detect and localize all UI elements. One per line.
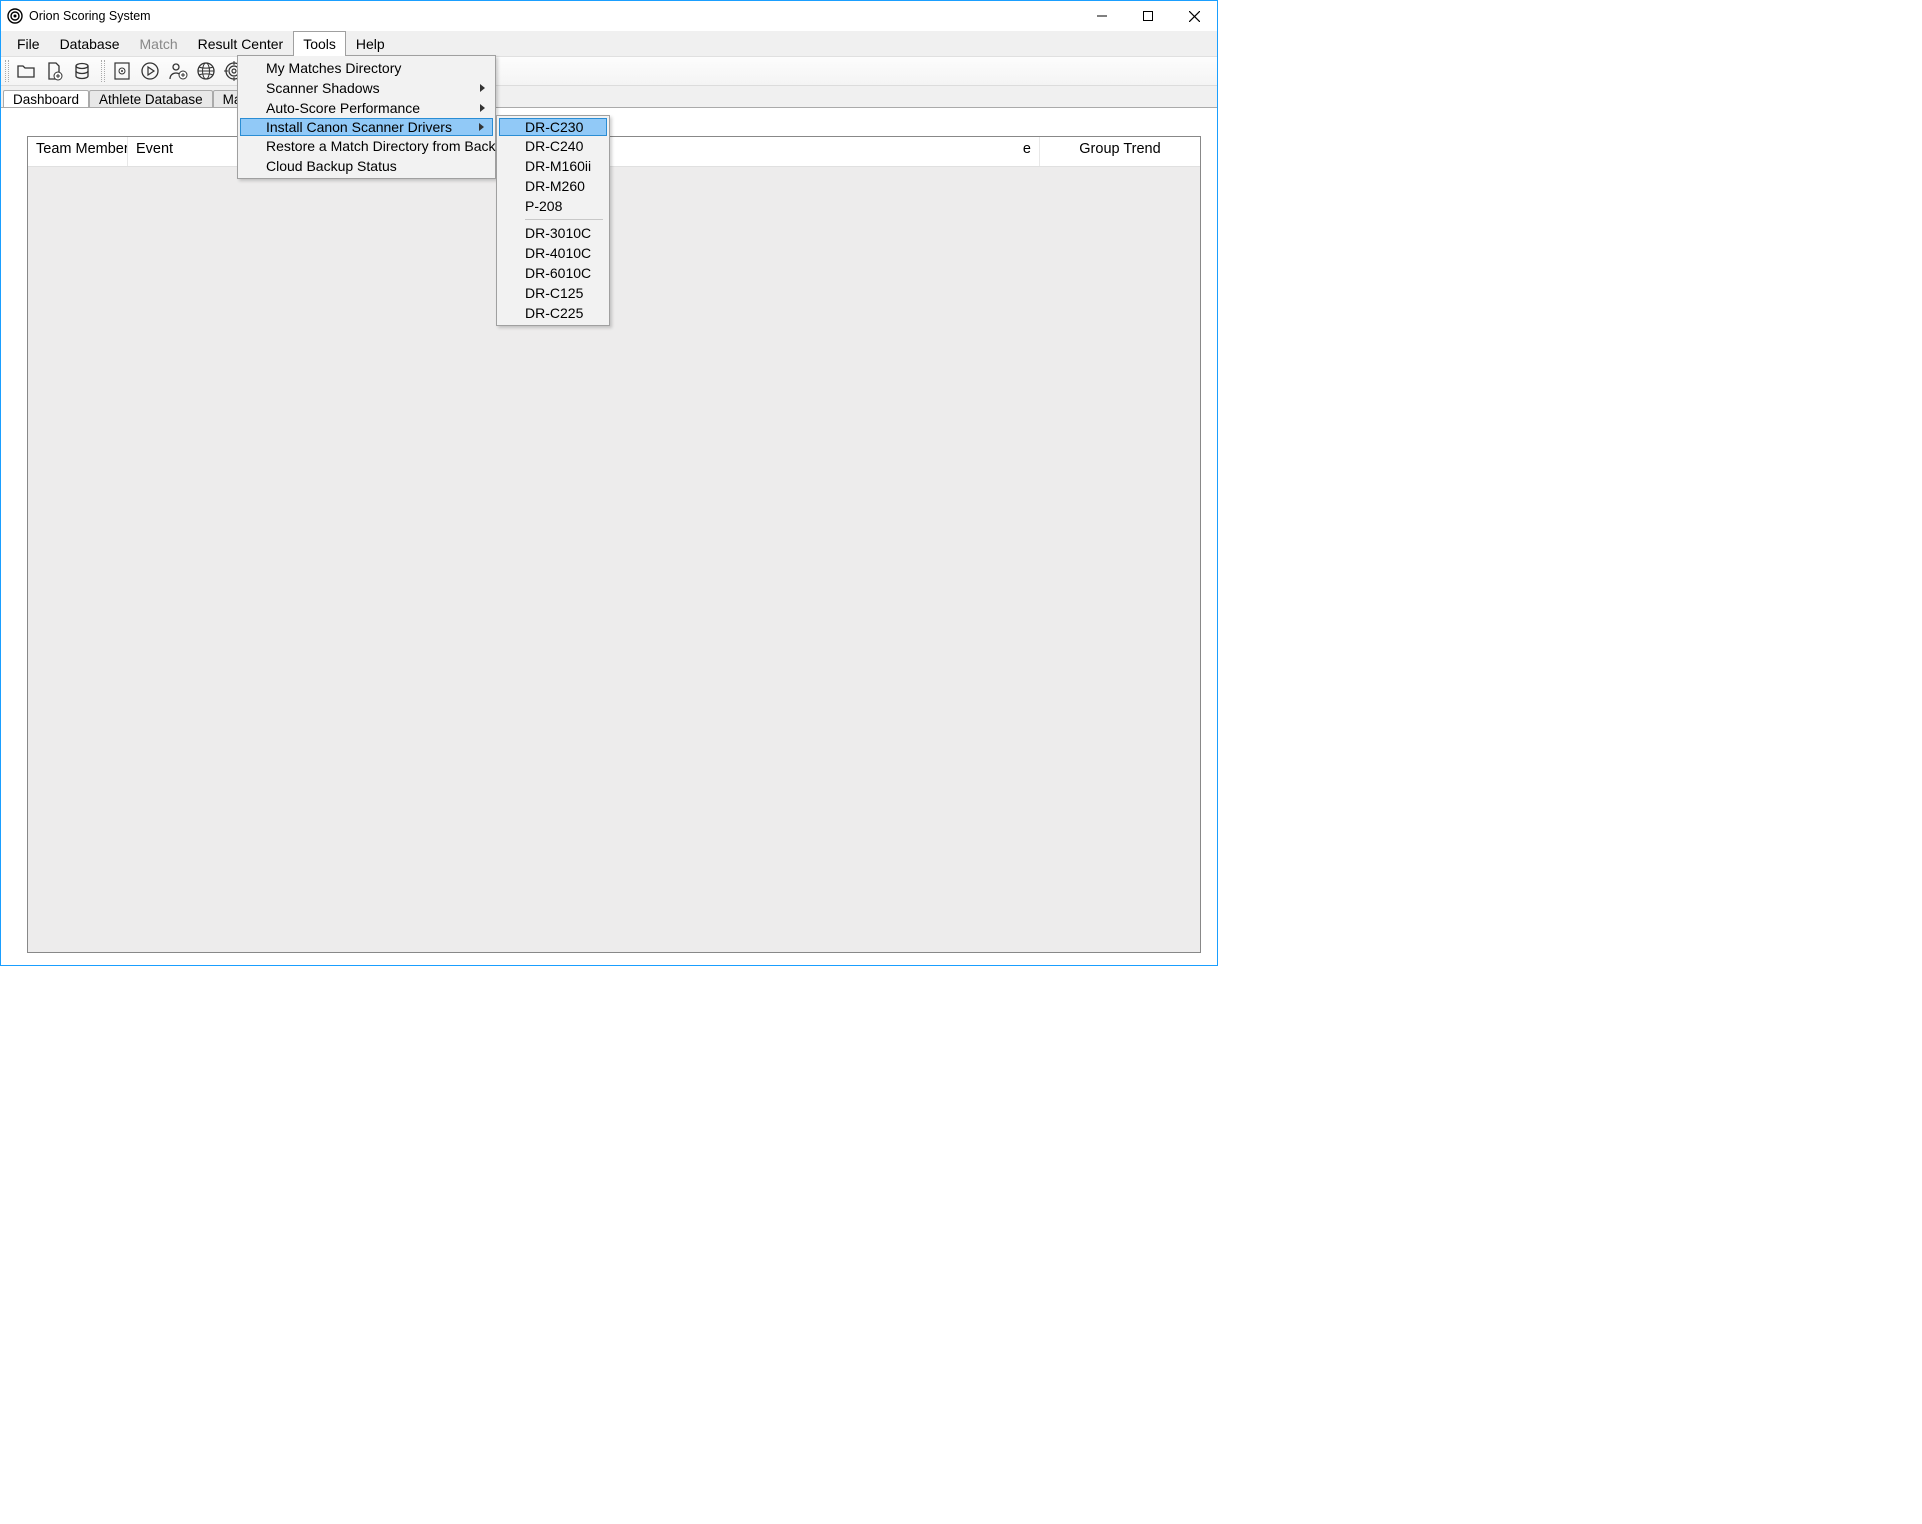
menu-result-center[interactable]: Result Center <box>188 31 294 56</box>
menu-tools[interactable]: Tools <box>293 31 346 56</box>
scanner-driver-item[interactable]: DR-3010C <box>499 223 607 243</box>
tab-athlete-database[interactable]: Athlete Database <box>89 90 213 108</box>
menu-file[interactable]: File <box>7 31 50 56</box>
tools-menu-item[interactable]: Scanner Shadows <box>240 78 493 98</box>
app-window: Orion Scoring System File Database Match… <box>0 0 1218 966</box>
scanner-driver-item[interactable]: DR-M160ii <box>499 156 607 176</box>
menu-match[interactable]: Match <box>130 31 188 56</box>
globe-icon[interactable] <box>193 58 219 84</box>
gear-file-icon[interactable] <box>109 58 135 84</box>
play-icon[interactable] <box>137 58 163 84</box>
minimize-button[interactable] <box>1079 1 1125 31</box>
grid-header: Team Member Event e Group Trend <box>28 137 1200 167</box>
toolbar: Re <box>1 56 1217 86</box>
tools-menu-item[interactable]: Install Canon Scanner Drivers <box>240 118 493 136</box>
scanner-driver-item[interactable]: DR-M260 <box>499 176 607 196</box>
maximize-button[interactable] <box>1125 1 1171 31</box>
new-file-icon[interactable] <box>41 58 67 84</box>
data-grid: Team Member Event e Group Trend <box>27 136 1201 953</box>
scanner-driver-item[interactable]: DR-4010C <box>499 243 607 263</box>
tools-dropdown: My Matches DirectoryScanner ShadowsAuto-… <box>237 55 496 179</box>
add-user-icon[interactable] <box>165 58 191 84</box>
toolbar-handle <box>5 60 9 82</box>
menubar: File Database Match Result Center Tools … <box>1 31 1217 56</box>
app-title: Orion Scoring System <box>29 9 151 23</box>
tabstrip: Dashboard Athlete Database Match Compet <box>1 86 1217 108</box>
tools-menu-item[interactable]: Restore a Match Directory from Backup <box>240 136 493 156</box>
window-controls <box>1079 1 1217 31</box>
col-hidden-b[interactable]: e <box>618 137 1040 166</box>
open-folder-icon[interactable] <box>13 58 39 84</box>
scanner-driver-item[interactable]: DR-6010C <box>499 263 607 283</box>
close-button[interactable] <box>1171 1 1217 31</box>
scanner-driver-item[interactable]: DR-C225 <box>499 303 607 323</box>
menu-database[interactable]: Database <box>50 31 130 56</box>
scanner-driver-item[interactable]: P-208 <box>499 196 607 216</box>
scanner-driver-item[interactable]: DR-C240 <box>499 136 607 156</box>
scanner-driver-item[interactable]: DR-C125 <box>499 283 607 303</box>
col-group-trend[interactable]: Group Trend <box>1040 137 1200 166</box>
scanner-driver-submenu: DR-C230DR-C240DR-M160iiDR-M260P-208 DR-30… <box>496 115 610 326</box>
database-icon[interactable] <box>69 58 95 84</box>
toolbar-handle <box>101 60 105 82</box>
menu-separator <box>525 219 603 220</box>
menu-help[interactable]: Help <box>346 31 395 56</box>
tools-menu-item[interactable]: My Matches Directory <box>240 58 493 78</box>
app-icon <box>7 8 23 24</box>
tools-menu-item[interactable]: Cloud Backup Status <box>240 156 493 176</box>
scanner-driver-item[interactable]: DR-C230 <box>499 118 607 136</box>
titlebar: Orion Scoring System <box>1 1 1217 31</box>
col-team-member[interactable]: Team Member <box>28 137 128 166</box>
tools-menu-item[interactable]: Auto-Score Performance <box>240 98 493 118</box>
